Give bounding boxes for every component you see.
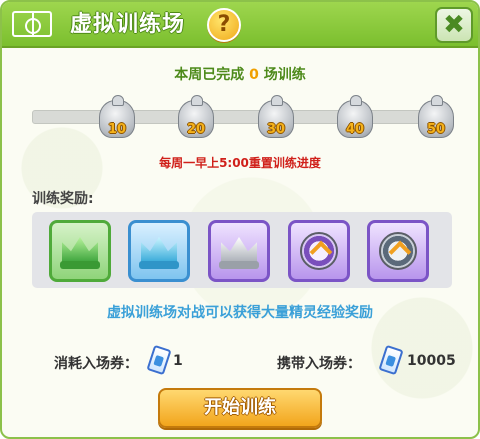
milestone-label: 10: [107, 122, 127, 137]
weekly-suffix: 场训练: [263, 67, 306, 83]
silver-crown-icon: [221, 237, 257, 263]
crown-base: [219, 261, 259, 269]
reward-slot-2[interactable]: [128, 220, 190, 282]
crown-base: [60, 261, 100, 269]
reward-slot-4[interactable]: [288, 220, 350, 282]
green-crown-icon: [62, 237, 98, 263]
milestone-label: 40: [345, 122, 365, 137]
reset-note: 每周一早上5:00重置训练进度: [159, 156, 321, 170]
training-dialog: 虚拟训练场 ? ✖ 本周已完成 0 场训练 10 20 30 40 50 每周一…: [0, 0, 480, 439]
milestone-20[interactable]: 20: [178, 95, 214, 146]
milestone-label: 30: [266, 122, 286, 137]
rewards-label: 训练奖励:: [32, 191, 94, 207]
purple-medal-icon: [300, 232, 338, 270]
milestone-10[interactable]: 10: [99, 95, 135, 146]
reward-slot-5[interactable]: [367, 220, 429, 282]
rewards-box: [32, 212, 452, 288]
weekly-progress-text: 本周已完成 0 场训练: [2, 64, 478, 84]
blue-crown-icon: [141, 237, 177, 263]
milestone-label: 20: [186, 122, 206, 137]
silver-medal-icon: [379, 232, 417, 270]
reward-description: 虚拟训练场对战可以获得大量精灵经验奖励: [107, 305, 373, 321]
consume-ticket-value: 1: [173, 353, 183, 369]
consume-ticket-label: 消耗入场券：: [54, 356, 138, 372]
reward-slot-1[interactable]: [49, 220, 111, 282]
start-training-button[interactable]: 开始训练: [158, 388, 322, 428]
crown-base: [139, 261, 179, 269]
close-button[interactable]: ✖: [435, 7, 473, 43]
carry-ticket-label: 携带入场券：: [277, 356, 361, 372]
weekly-prefix: 本周已完成: [174, 67, 245, 83]
reward-slot-3[interactable]: [208, 220, 270, 282]
dialog-header: 虚拟训练场 ? ✖: [2, 2, 478, 48]
milestone-label: 50: [426, 122, 446, 137]
milestone-30[interactable]: 30: [258, 95, 294, 146]
progress-track: [32, 110, 450, 124]
weekly-count: 0: [249, 67, 259, 83]
help-button[interactable]: ?: [207, 8, 241, 42]
dialog-title: 虚拟训练场: [70, 12, 186, 37]
court-icon: [12, 11, 52, 37]
carry-ticket-value: 10005: [407, 353, 456, 369]
milestone-50[interactable]: 50: [418, 95, 454, 146]
milestone-40[interactable]: 40: [337, 95, 373, 146]
